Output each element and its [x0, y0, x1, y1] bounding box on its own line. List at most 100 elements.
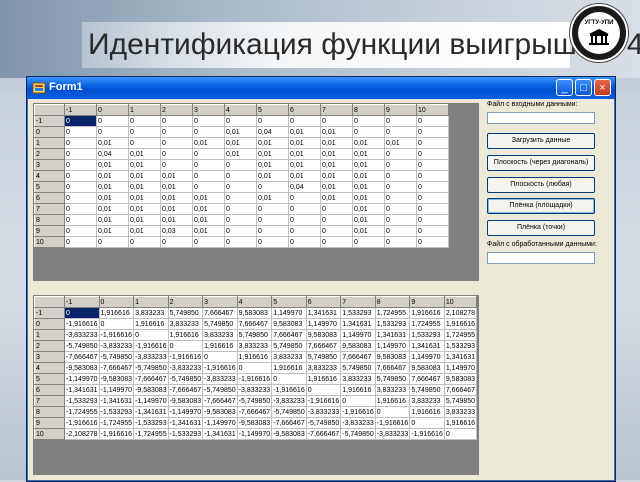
grid-cell[interactable]: -1,149970	[133, 395, 169, 407]
grid-cell[interactable]: -7,666467	[305, 428, 342, 440]
grid-cell[interactable]: 0	[256, 115, 289, 127]
grid-cell[interactable]: 0	[128, 236, 161, 248]
grid-cell[interactable]: 5,749850	[202, 318, 238, 330]
grid-cell[interactable]: -1,341631	[98, 395, 135, 407]
grid-cell[interactable]: 0	[236, 362, 273, 374]
grid-cell[interactable]: -1,916616	[133, 340, 169, 352]
grid-cell[interactable]: -3,833233	[202, 373, 238, 385]
grid-cell[interactable]: 0	[224, 236, 257, 248]
grid-cell[interactable]: 0	[384, 170, 417, 182]
grid-cell[interactable]: -1,724955	[64, 406, 100, 418]
grid-cell[interactable]: 1,341631	[305, 307, 342, 319]
grid-cell[interactable]: -1,341631	[64, 384, 100, 396]
grid-cell[interactable]: 0	[288, 115, 321, 127]
grid-cell[interactable]: 0,01	[320, 148, 353, 160]
plane-any-button[interactable]: Плоскость (любая)	[487, 177, 595, 193]
grid-cell[interactable]: -9,583083	[271, 428, 307, 440]
grid-cell[interactable]: -7,666467	[271, 417, 307, 429]
grid-cell[interactable]: 2,108278	[443, 307, 478, 319]
processed-data-grid[interactable]: -1 0 1 2 3 4 5 6 7 8 9 10 -1 0 1,916616 3,833233 5,74985…	[33, 295, 479, 475]
grid-cell[interactable]: 0	[192, 159, 225, 171]
grid-cell[interactable]: 5,749850	[167, 307, 204, 319]
grid-cell[interactable]: 0,03	[160, 225, 193, 237]
grid-cell[interactable]: -1,533293	[133, 417, 169, 429]
grid-cell[interactable]: -2,108278	[64, 428, 100, 440]
grid-cell[interactable]: 1,916616	[443, 417, 478, 429]
grid-cell[interactable]: -5,749850	[202, 384, 238, 396]
grid-cell[interactable]: -1,341631	[167, 417, 204, 429]
grid-cell[interactable]: 0	[384, 236, 417, 248]
grid-cell[interactable]: -1,533293	[167, 428, 204, 440]
grid-cell[interactable]: 0,01	[192, 225, 225, 237]
grid-cell[interactable]: 0	[64, 170, 97, 182]
grid-cell[interactable]: 1,916616	[409, 307, 445, 319]
grid-cell[interactable]: 0	[340, 395, 376, 407]
grid-cell[interactable]: 0,01	[224, 126, 257, 138]
grid-cell[interactable]: 0,01	[256, 148, 289, 160]
grid-cell[interactable]: 0	[256, 181, 289, 193]
grid-cell[interactable]: 0	[160, 115, 193, 127]
grid-cell[interactable]: -1,916616	[305, 395, 342, 407]
grid-cell[interactable]: 3,833233	[374, 384, 411, 396]
grid-cell[interactable]: -3,833233	[133, 351, 169, 363]
plane-diagonal-button[interactable]: Плоскость (через диагональ)	[487, 155, 595, 171]
grid-cell[interactable]: 0	[160, 159, 193, 171]
grid-cell[interactable]: 0	[192, 126, 225, 138]
grid-cell[interactable]: -5,749850	[64, 340, 100, 352]
grid-cell[interactable]: 0,01	[320, 137, 353, 149]
grid-cell[interactable]: 0,01	[128, 203, 161, 215]
close-button[interactable]: ×	[594, 79, 611, 96]
grid-cell[interactable]: 0,01	[96, 203, 129, 215]
grid-cell[interactable]: -1,916616	[202, 362, 238, 374]
grid-cell[interactable]: -1,149970	[236, 428, 273, 440]
grid-cell[interactable]: -3,833233	[167, 362, 204, 374]
grid-cell[interactable]: 0,01	[352, 203, 385, 215]
grid-cell[interactable]: 5,749850	[271, 340, 307, 352]
grid-cell[interactable]: 7,666467	[443, 384, 478, 396]
grid-cell[interactable]: 9,583083	[409, 362, 445, 374]
grid-cell[interactable]: -5,749850	[271, 406, 307, 418]
grid-cell[interactable]: 1,916616	[202, 340, 238, 352]
grid-cell[interactable]: 0,01	[192, 214, 225, 226]
grid-cell[interactable]: 0	[409, 417, 445, 429]
grid-cell[interactable]: -7,666467	[236, 406, 273, 418]
grid-cell[interactable]: 3,833233	[202, 329, 238, 341]
grid-cell[interactable]: 1,533293	[340, 307, 376, 319]
grid-cell[interactable]: 0	[224, 225, 257, 237]
grid-cell[interactable]: 0,01	[320, 159, 353, 171]
grid-cell[interactable]: 0	[224, 170, 257, 182]
grid-cell[interactable]: 3,833233	[167, 318, 204, 330]
grid-cell[interactable]: 0	[288, 203, 321, 215]
grid-cell[interactable]: 0	[320, 203, 353, 215]
grid-cell[interactable]: 0	[288, 236, 321, 248]
grid-cell[interactable]: 0	[288, 192, 321, 204]
grid-cell[interactable]: 0	[416, 236, 449, 248]
grid-cell[interactable]: 0,01	[96, 159, 129, 171]
grid-cell[interactable]: -7,666467	[133, 373, 169, 385]
grid-cell[interactable]: 3,833233	[236, 340, 273, 352]
grid-cell[interactable]: 5,749850	[443, 395, 478, 407]
window-titlebar[interactable]: Form1 _ □ ×	[27, 77, 615, 99]
grid-cell[interactable]: 0	[443, 428, 478, 440]
grid-cell[interactable]: -9,583083	[167, 395, 204, 407]
grid-cell[interactable]: 0,01	[128, 181, 161, 193]
grid-cell[interactable]: 0,01	[192, 137, 225, 149]
grid-cell[interactable]: 9,583083	[374, 351, 411, 363]
grid-cell[interactable]: 0	[416, 203, 449, 215]
grid-cell[interactable]: 0	[416, 115, 449, 127]
grid-cell[interactable]: 0	[64, 225, 97, 237]
grid-cell[interactable]: 0	[256, 236, 289, 248]
grid-cell[interactable]: 9,583083	[443, 373, 478, 385]
grid-cell[interactable]: -5,749850	[98, 351, 135, 363]
grid-cell[interactable]: 0,01	[352, 225, 385, 237]
grid-cell[interactable]: 0	[64, 126, 97, 138]
grid-cell[interactable]: -7,666467	[98, 362, 135, 374]
grid-cell[interactable]: 0,01	[320, 126, 353, 138]
grid-cell[interactable]: 0,01	[352, 170, 385, 182]
grid-cell[interactable]: 0	[192, 170, 225, 182]
grid-cell[interactable]: 0,01	[128, 170, 161, 182]
grid-cell[interactable]: 0	[416, 148, 449, 160]
grid-cell[interactable]: 0,01	[352, 137, 385, 149]
grid-cell[interactable]: 9,583083	[340, 340, 376, 352]
grid-cell[interactable]: 0,01	[352, 148, 385, 160]
